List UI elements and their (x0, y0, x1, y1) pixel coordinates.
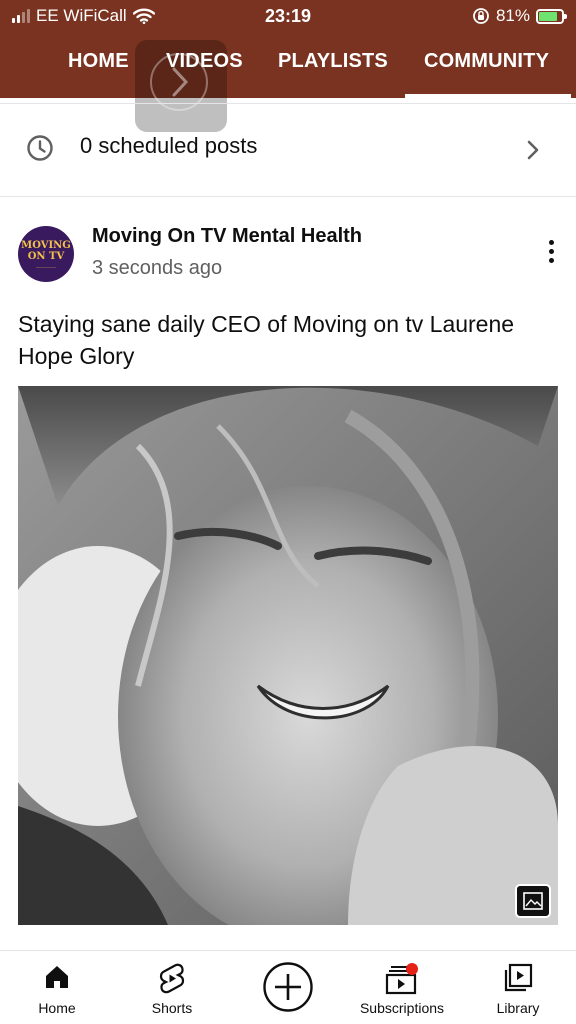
nav-create[interactable] (238, 951, 338, 1024)
channel-tabs: HOME VIDEOS PLAYLISTS COMMUNITY (0, 40, 576, 132)
more-options-icon[interactable] (544, 240, 558, 268)
create-plus-icon (263, 962, 313, 1012)
nav-home[interactable]: Home (7, 951, 107, 1024)
home-icon (46, 966, 68, 988)
post-text: Staying sane daily CEO of Moving on tv L… (18, 311, 515, 369)
active-tab-indicator (405, 94, 571, 98)
status-right: 81% (472, 6, 567, 26)
tab-playlists[interactable]: PLAYLISTS (278, 50, 388, 73)
rotation-lock-icon (473, 8, 489, 24)
nav-subscriptions[interactable]: Subscriptions (352, 951, 452, 1024)
nav-library-label: Library (496, 1000, 540, 1016)
channel-name[interactable]: Moving On TV Mental Health (92, 225, 362, 248)
tab-community[interactable]: COMMUNITY (424, 50, 549, 73)
divider (0, 196, 576, 197)
tab-videos[interactable]: VIDEOS (166, 50, 243, 73)
shorts-icon (159, 963, 185, 994)
avatar-logo: MOVING ON TV (21, 240, 71, 262)
library-icon (504, 963, 533, 992)
bottom-navigation: Home Shorts Subscriptions Library (0, 950, 576, 1024)
avatar-logo-underline: ————— (36, 264, 56, 269)
clock-icon (27, 135, 53, 161)
post-time: 3 seconds ago (92, 257, 223, 279)
subscriptions-icon (385, 963, 418, 995)
status-bar: EE WiFiCall 23:19 81% (0, 0, 576, 34)
nav-subscriptions-label: Subscriptions (359, 1000, 445, 1016)
nav-library[interactable]: Library (468, 951, 568, 1024)
nav-shorts[interactable]: Shorts (122, 951, 222, 1024)
image-icon[interactable] (515, 884, 551, 918)
scheduled-posts-label: 0 scheduled posts (80, 133, 258, 158)
nav-home-label: Home (38, 1000, 76, 1016)
battery-fill (539, 11, 557, 21)
nav-shorts-label: Shorts (151, 1000, 193, 1016)
scheduled-posts-row[interactable]: 0 scheduled posts (0, 104, 576, 196)
battery-charging-icon (536, 8, 567, 24)
notification-dot (406, 963, 418, 975)
post-image[interactable] (18, 386, 558, 925)
chevron-right-icon (527, 140, 539, 160)
battery-percent: 81% (495, 6, 530, 25)
channel-header: EE WiFiCall 23:19 81% HOME VIDEOS PLAYLI… (0, 0, 576, 132)
tab-home[interactable]: HOME (68, 50, 129, 73)
channel-avatar[interactable]: MOVING ON TV ————— (18, 226, 74, 282)
